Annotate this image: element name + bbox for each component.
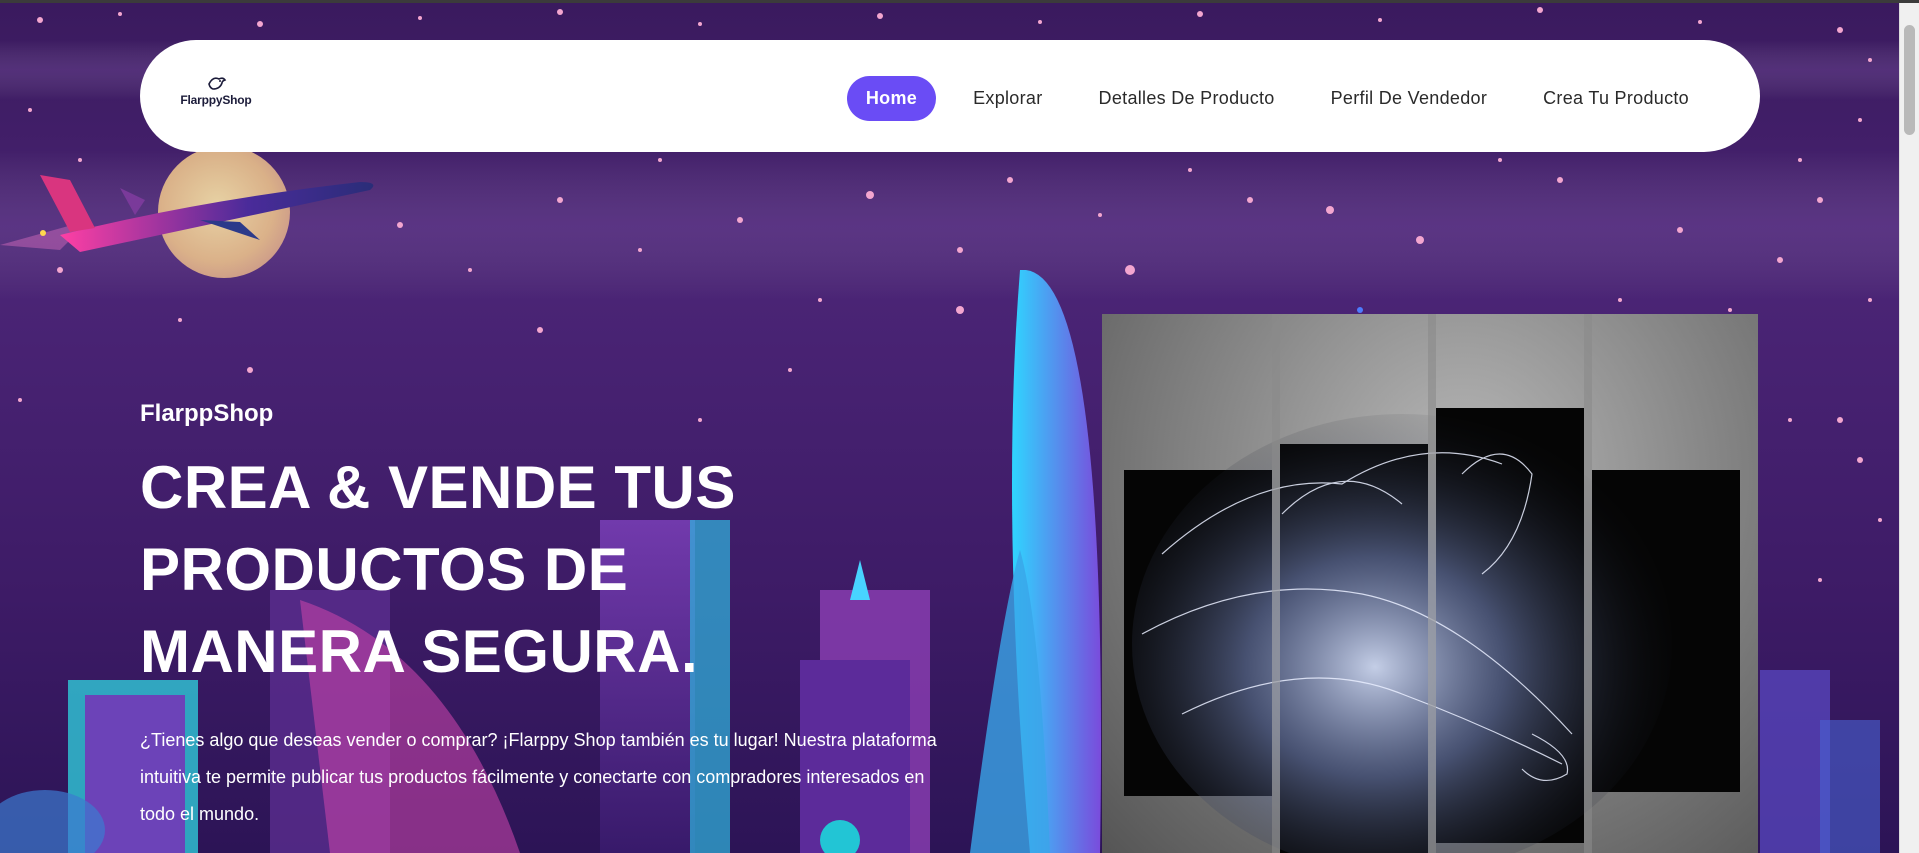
page-scrollbar[interactable] bbox=[1899, 3, 1919, 853]
nav-explorar[interactable]: Explorar bbox=[954, 76, 1061, 121]
airplane-illustration bbox=[0, 175, 374, 252]
nav-crea-tu-producto[interactable]: Crea Tu Producto bbox=[1524, 76, 1708, 121]
hero-title: CREA & VENDE TUS PRODUCTOS DE MANERA SEG… bbox=[140, 454, 736, 685]
wolf-canvas-artwork bbox=[1124, 314, 1740, 853]
product-image bbox=[1102, 314, 1758, 853]
nav-home[interactable]: Home bbox=[846, 76, 937, 121]
hero-subtitle: FlarppShop bbox=[140, 400, 274, 427]
scrollbar-thumb[interactable] bbox=[1904, 25, 1915, 135]
main-navigation: Home Explorar Detalles De Producto Perfi… bbox=[846, 76, 1708, 121]
hero-description: ¿Tienes algo que deseas vender o comprar… bbox=[140, 730, 937, 824]
nav-perfil-de-vendedor[interactable]: Perfil De Vendedor bbox=[1312, 76, 1507, 121]
logo-text: FlarppyShop bbox=[180, 93, 252, 107]
site-header: FlarppyShop Home Explorar Detalles De Pr… bbox=[140, 40, 1760, 152]
site-logo[interactable]: FlarppyShop bbox=[176, 74, 256, 114]
bird-icon bbox=[208, 77, 227, 90]
nav-detalles-de-producto[interactable]: Detalles De Producto bbox=[1080, 76, 1294, 121]
